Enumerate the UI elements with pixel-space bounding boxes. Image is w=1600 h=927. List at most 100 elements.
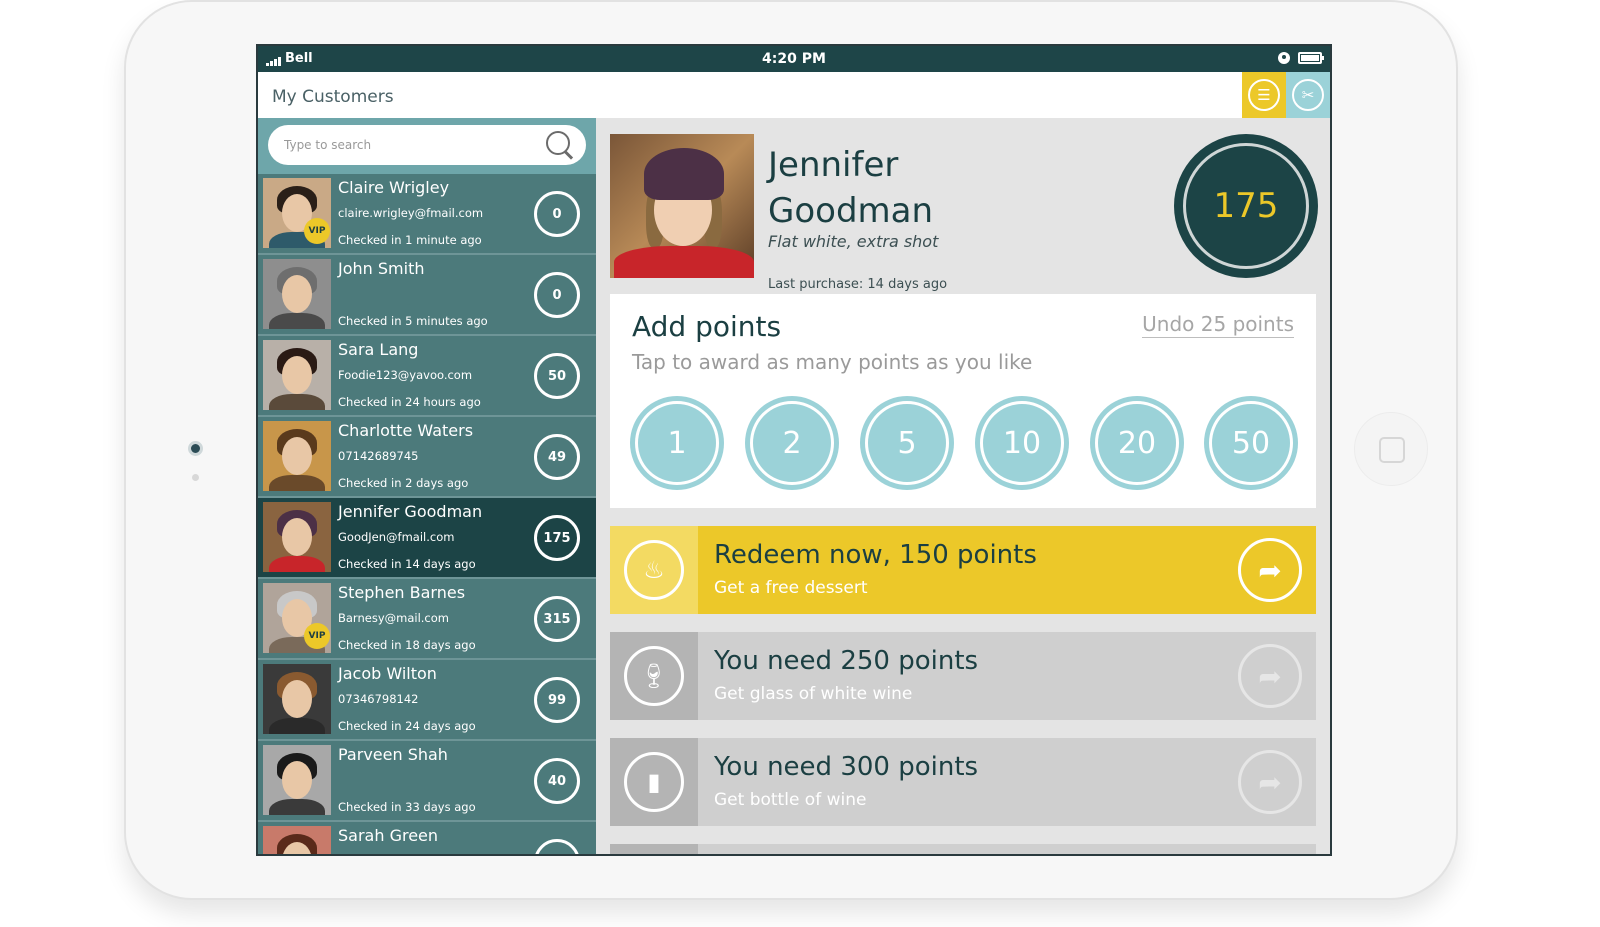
reward-title: You need 250 points [714, 646, 979, 676]
customer-photo [610, 134, 754, 278]
reward-subtitle: Get bottle of wine [714, 790, 867, 810]
customer-name: Charlotte Waters [338, 421, 474, 440]
checkin-time: Checked in 14 days ago [338, 557, 476, 571]
checkin-time: Checked in 18 days ago [338, 638, 476, 652]
wine-glass-icon: 🍷︎ [624, 646, 684, 706]
battery-icon [1298, 52, 1324, 64]
redeem-arrow-icon[interactable]: ➦ [1238, 538, 1302, 602]
list-icon: ☰ [1248, 79, 1280, 111]
avatar [263, 664, 331, 734]
undo-points-link[interactable]: Undo 25 points [1142, 312, 1294, 338]
avatar [263, 745, 331, 815]
customer-name: John Smith [338, 259, 425, 278]
add-points-subtitle: Tap to award as many points as you like [632, 350, 1033, 374]
reward-dessert[interactable]: ♨ Redeem now, 150 points Get a free dess… [610, 526, 1316, 614]
add-points-title: Add points [632, 310, 782, 343]
search-icon[interactable] [546, 131, 574, 159]
customer-contact: 07346798142 [338, 692, 419, 706]
add-10-points-button[interactable]: 10 [975, 396, 1069, 490]
home-square-icon [1379, 437, 1405, 463]
add-2-points-button[interactable]: 2 [745, 396, 839, 490]
wine-bottle-icon: ▮ [624, 752, 684, 812]
list-view-button[interactable]: ☰ [1242, 72, 1286, 118]
customer-name: Claire Wrigley [338, 178, 450, 197]
customer-profile: Jennifer Goodman Flat white, extra shot … [610, 134, 1318, 292]
vip-badge: VIP [304, 623, 330, 649]
customer-row[interactable]: Charlotte Waters 07142689745 Checked in … [258, 417, 596, 498]
customer-name: Jacob Wilton [338, 664, 437, 683]
status-bar: Bell 4:20 PM [258, 46, 1330, 72]
reward-title: You need 300 points [714, 752, 979, 782]
clock: 4:20 PM [762, 51, 826, 67]
customer-preference: Flat white, extra shot [768, 232, 939, 251]
vip-badge: VIP [304, 218, 330, 244]
scissors-icon: ✂ [1292, 79, 1324, 111]
points-badge: 50 [534, 353, 580, 399]
customer-name: Parveen Shah [338, 745, 448, 764]
points-badge: 315 [534, 596, 580, 642]
checkin-time: Checked in 24 days ago [338, 719, 476, 733]
reward-next[interactable] [610, 844, 1316, 854]
reward-white-wine[interactable]: 🍷︎ You need 250 points Get glass of whit… [610, 632, 1316, 720]
customer-contact: 07142689745 [338, 449, 419, 463]
rotation-lock-icon [1278, 52, 1290, 64]
add-20-points-button[interactable]: 20 [1090, 396, 1184, 490]
add-points-card: Add points Undo 25 points Tap to award a… [610, 294, 1316, 508]
redeem-arrow-icon: ➦ [1238, 644, 1302, 708]
points-badge: 0 [534, 191, 580, 237]
customer-row-selected[interactable]: Jennifer Goodman GoodJen@fmail.com Check… [258, 498, 596, 579]
search-bar [258, 118, 596, 174]
avatar [263, 502, 331, 572]
reward-wine-bottle[interactable]: ▮ You need 300 points Get bottle of wine… [610, 738, 1316, 826]
customer-row[interactable]: John Smith Checked in 5 minutes ago 0 [258, 255, 596, 336]
cupcake-icon: ♨ [624, 540, 684, 600]
customer-name: Jennifer Goodman [338, 502, 483, 521]
customer-row[interactable]: VIP Claire Wrigley claire.wrigley@fmail.… [258, 174, 596, 255]
camera-sensor [192, 474, 199, 481]
customer-row[interactable]: Sara Lang Foodie123@yavoo.com Checked in… [258, 336, 596, 417]
header-bar: My Customers ☰ ✂ [258, 72, 1330, 118]
customer-contact: GoodJen@fmail.com [338, 530, 455, 544]
customer-sidebar: VIP Claire Wrigley claire.wrigley@fmail.… [258, 118, 596, 854]
checkin-time: Checked in 24 hours ago [338, 395, 481, 409]
customer-name: Sara Lang [338, 340, 419, 359]
customer-full-name: Jennifer Goodman [768, 145, 934, 231]
checkin-time: Checked in 2 days ago [338, 476, 469, 490]
add-1-point-button[interactable]: 1 [630, 396, 724, 490]
customer-row[interactable]: Jacob Wilton 07346798142 Checked in 24 d… [258, 660, 596, 741]
points-badge: 99 [534, 677, 580, 723]
customer-row[interactable]: VIP Stephen Barnes Barnesy@mail.com Chec… [258, 579, 596, 660]
reward-subtitle: Get a free dessert [714, 578, 868, 598]
points-badge: 0 [534, 272, 580, 318]
search-input[interactable] [268, 125, 518, 165]
avatar [263, 826, 331, 854]
avatar [263, 259, 331, 329]
customer-name: Stephen Barnes [338, 583, 466, 602]
reward-subtitle: Get glass of white wine [714, 684, 913, 704]
points-badge: 40 [534, 758, 580, 804]
checkin-time: Checked in 33 days ago [338, 800, 476, 814]
customer-row[interactable]: Parveen Shah Checked in 33 days ago 40 [258, 741, 596, 822]
home-button[interactable] [1354, 412, 1428, 486]
add-50-points-button[interactable]: 50 [1204, 396, 1298, 490]
points-badge: 175 [534, 515, 580, 561]
last-purchase: Last purchase: 14 days ago [768, 277, 948, 292]
customer-contact: claire.wrigley@fmail.com [338, 206, 484, 220]
points-badge: 49 [534, 434, 580, 480]
customer-detail: Jennifer Goodman Flat white, extra shot … [596, 118, 1330, 854]
tools-button[interactable]: ✂ [1286, 72, 1330, 118]
customer-contact: Foodie123@yavoo.com [338, 368, 473, 382]
points-total-badge: 175 [1174, 134, 1318, 278]
redeem-arrow-icon: ➦ [1238, 750, 1302, 814]
avatar [263, 340, 331, 410]
app-screen: Bell 4:20 PM My Customers ☰ ✂ VIP Claire… [256, 44, 1332, 856]
checkin-time: Checked in 1 minute ago [338, 233, 482, 247]
reward-title: Redeem now, 150 points [714, 540, 1037, 570]
customer-name: Sarah Green [338, 826, 439, 845]
customer-row[interactable]: Sarah Green [258, 822, 596, 854]
avatar [263, 421, 331, 491]
add-5-points-button[interactable]: 5 [860, 396, 954, 490]
points-badge [534, 839, 580, 854]
page-title: My Customers [272, 87, 394, 107]
checkin-time: Checked in 5 minutes ago [338, 314, 488, 328]
